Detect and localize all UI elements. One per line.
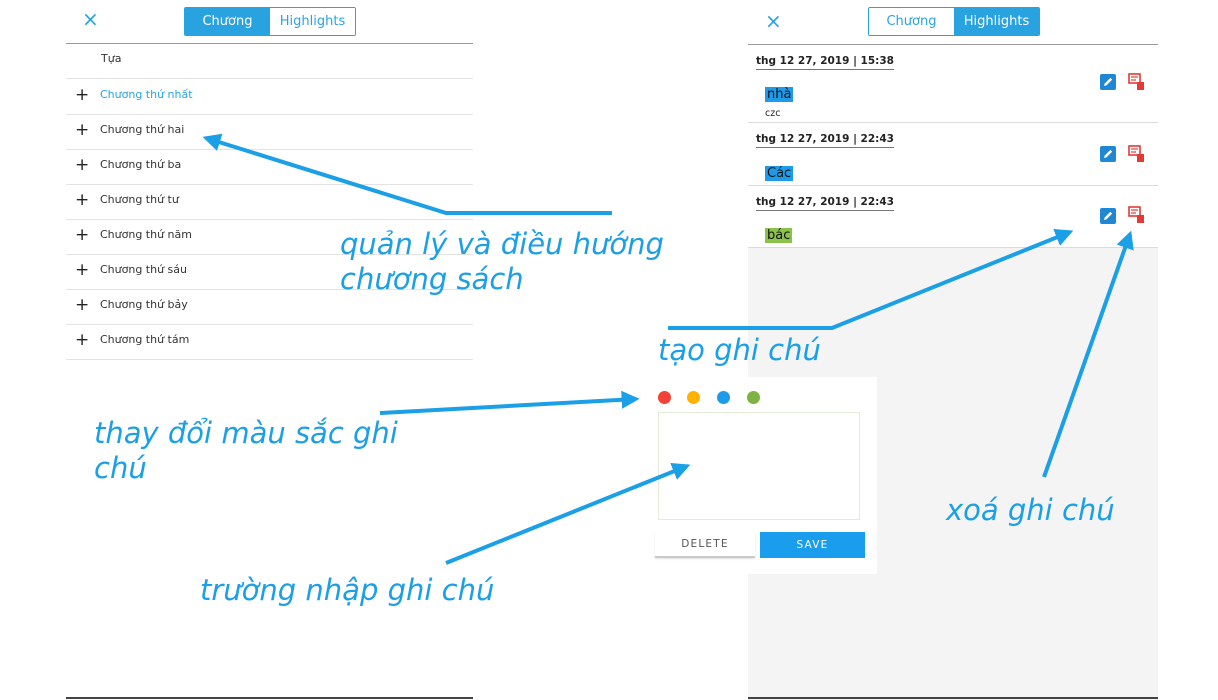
annotation-chapters-line2: chương sách	[340, 262, 524, 296]
close-icon[interactable]: ×	[765, 10, 782, 32]
tab-switcher: Chương Highlights	[868, 7, 1040, 36]
pencil-icon[interactable]	[1100, 146, 1116, 162]
color-swatch-blue[interactable]	[717, 391, 730, 404]
chapter-label[interactable]: Chương thứ nhất	[100, 88, 193, 101]
expand-plus-icon[interactable]: +	[75, 296, 89, 314]
tab-highlights[interactable]: Highlights	[954, 8, 1039, 35]
close-icon[interactable]: ×	[82, 8, 99, 30]
annotation-chapters-line1: quản lý và điều hướng	[340, 227, 664, 261]
delete-note-icon[interactable]	[1128, 206, 1146, 224]
pencil-icon[interactable]	[1100, 74, 1116, 90]
note-editor: DELETE SAVE	[649, 377, 877, 574]
delete-button[interactable]: DELETE	[655, 532, 755, 558]
highlight-item[interactable]: thg 12 27, 2019 | 22:43 Các	[748, 123, 1158, 186]
expand-plus-icon[interactable]: +	[75, 86, 89, 104]
color-swatch-green[interactable]	[747, 391, 760, 404]
tab-highlights[interactable]: Highlights	[270, 8, 355, 35]
highlight-note: czc	[765, 108, 781, 119]
highlight-date: thg 12 27, 2019 | 15:38	[756, 55, 894, 70]
expand-plus-icon[interactable]: +	[75, 261, 89, 279]
color-swatch-red[interactable]	[658, 391, 671, 404]
chapter-item[interactable]: + Chương thứ hai	[66, 114, 473, 150]
annotation-change-color-line1: thay đổi màu sắc ghi	[94, 416, 398, 450]
highlight-text[interactable]: nhà	[765, 87, 794, 102]
chapter-label[interactable]: Chương thứ sáu	[100, 263, 187, 276]
delete-note-icon[interactable]	[1128, 73, 1146, 91]
toc-title[interactable]: Tựa	[101, 52, 121, 65]
expand-plus-icon[interactable]: +	[75, 191, 89, 209]
expand-plus-icon[interactable]: +	[75, 121, 89, 139]
annotation-delete-note: xoá ghi chú	[946, 493, 1115, 527]
divider	[66, 43, 473, 44]
color-swatch-yellow[interactable]	[687, 391, 700, 404]
highlight-item[interactable]: thg 12 27, 2019 | 15:38 nhà czc	[748, 45, 1158, 123]
chapter-label[interactable]: Chương thứ năm	[100, 228, 192, 241]
expand-plus-icon[interactable]: +	[75, 226, 89, 244]
divider	[66, 697, 473, 699]
note-input[interactable]	[658, 412, 860, 520]
chapter-item[interactable]: + Chương thứ tư	[66, 184, 473, 220]
header: × Chương Highlights	[748, 0, 1158, 44]
chapter-item[interactable]: + Chương thứ tám	[66, 324, 473, 360]
highlight-text[interactable]: bác	[765, 228, 793, 243]
highlight-date: thg 12 27, 2019 | 22:43	[756, 196, 894, 211]
annotation-change-color-line2: chú	[94, 451, 147, 485]
pencil-icon[interactable]	[1100, 208, 1116, 224]
highlight-text[interactable]: Các	[765, 166, 794, 181]
highlight-date: thg 12 27, 2019 | 22:43	[756, 133, 894, 148]
annotation-create-note: tạo ghi chú	[658, 333, 821, 367]
expand-plus-icon[interactable]: +	[75, 156, 89, 174]
divider	[748, 697, 1158, 699]
highlight-item[interactable]: thg 12 27, 2019 | 22:43 bác	[748, 186, 1158, 248]
tab-switcher: Chương Highlights	[184, 7, 356, 36]
save-button[interactable]: SAVE	[760, 532, 865, 558]
chapter-label[interactable]: Chương thứ tư	[100, 193, 179, 206]
annotation-note-field: trường nhập ghi chú	[200, 573, 495, 607]
expand-plus-icon[interactable]: +	[75, 331, 89, 349]
chapter-label[interactable]: Chương thứ ba	[100, 158, 181, 171]
chapter-label[interactable]: Chương thứ bảy	[100, 298, 188, 311]
tab-chapters[interactable]: Chương	[185, 8, 270, 35]
tab-chapters[interactable]: Chương	[869, 8, 954, 35]
chapter-item[interactable]: + Chương thứ ba	[66, 149, 473, 185]
chapter-label[interactable]: Chương thứ hai	[100, 123, 184, 136]
delete-note-icon[interactable]	[1128, 145, 1146, 163]
chapter-item[interactable]: + Chương thứ nhất	[66, 79, 473, 115]
chapter-label[interactable]: Chương thứ tám	[100, 333, 189, 346]
